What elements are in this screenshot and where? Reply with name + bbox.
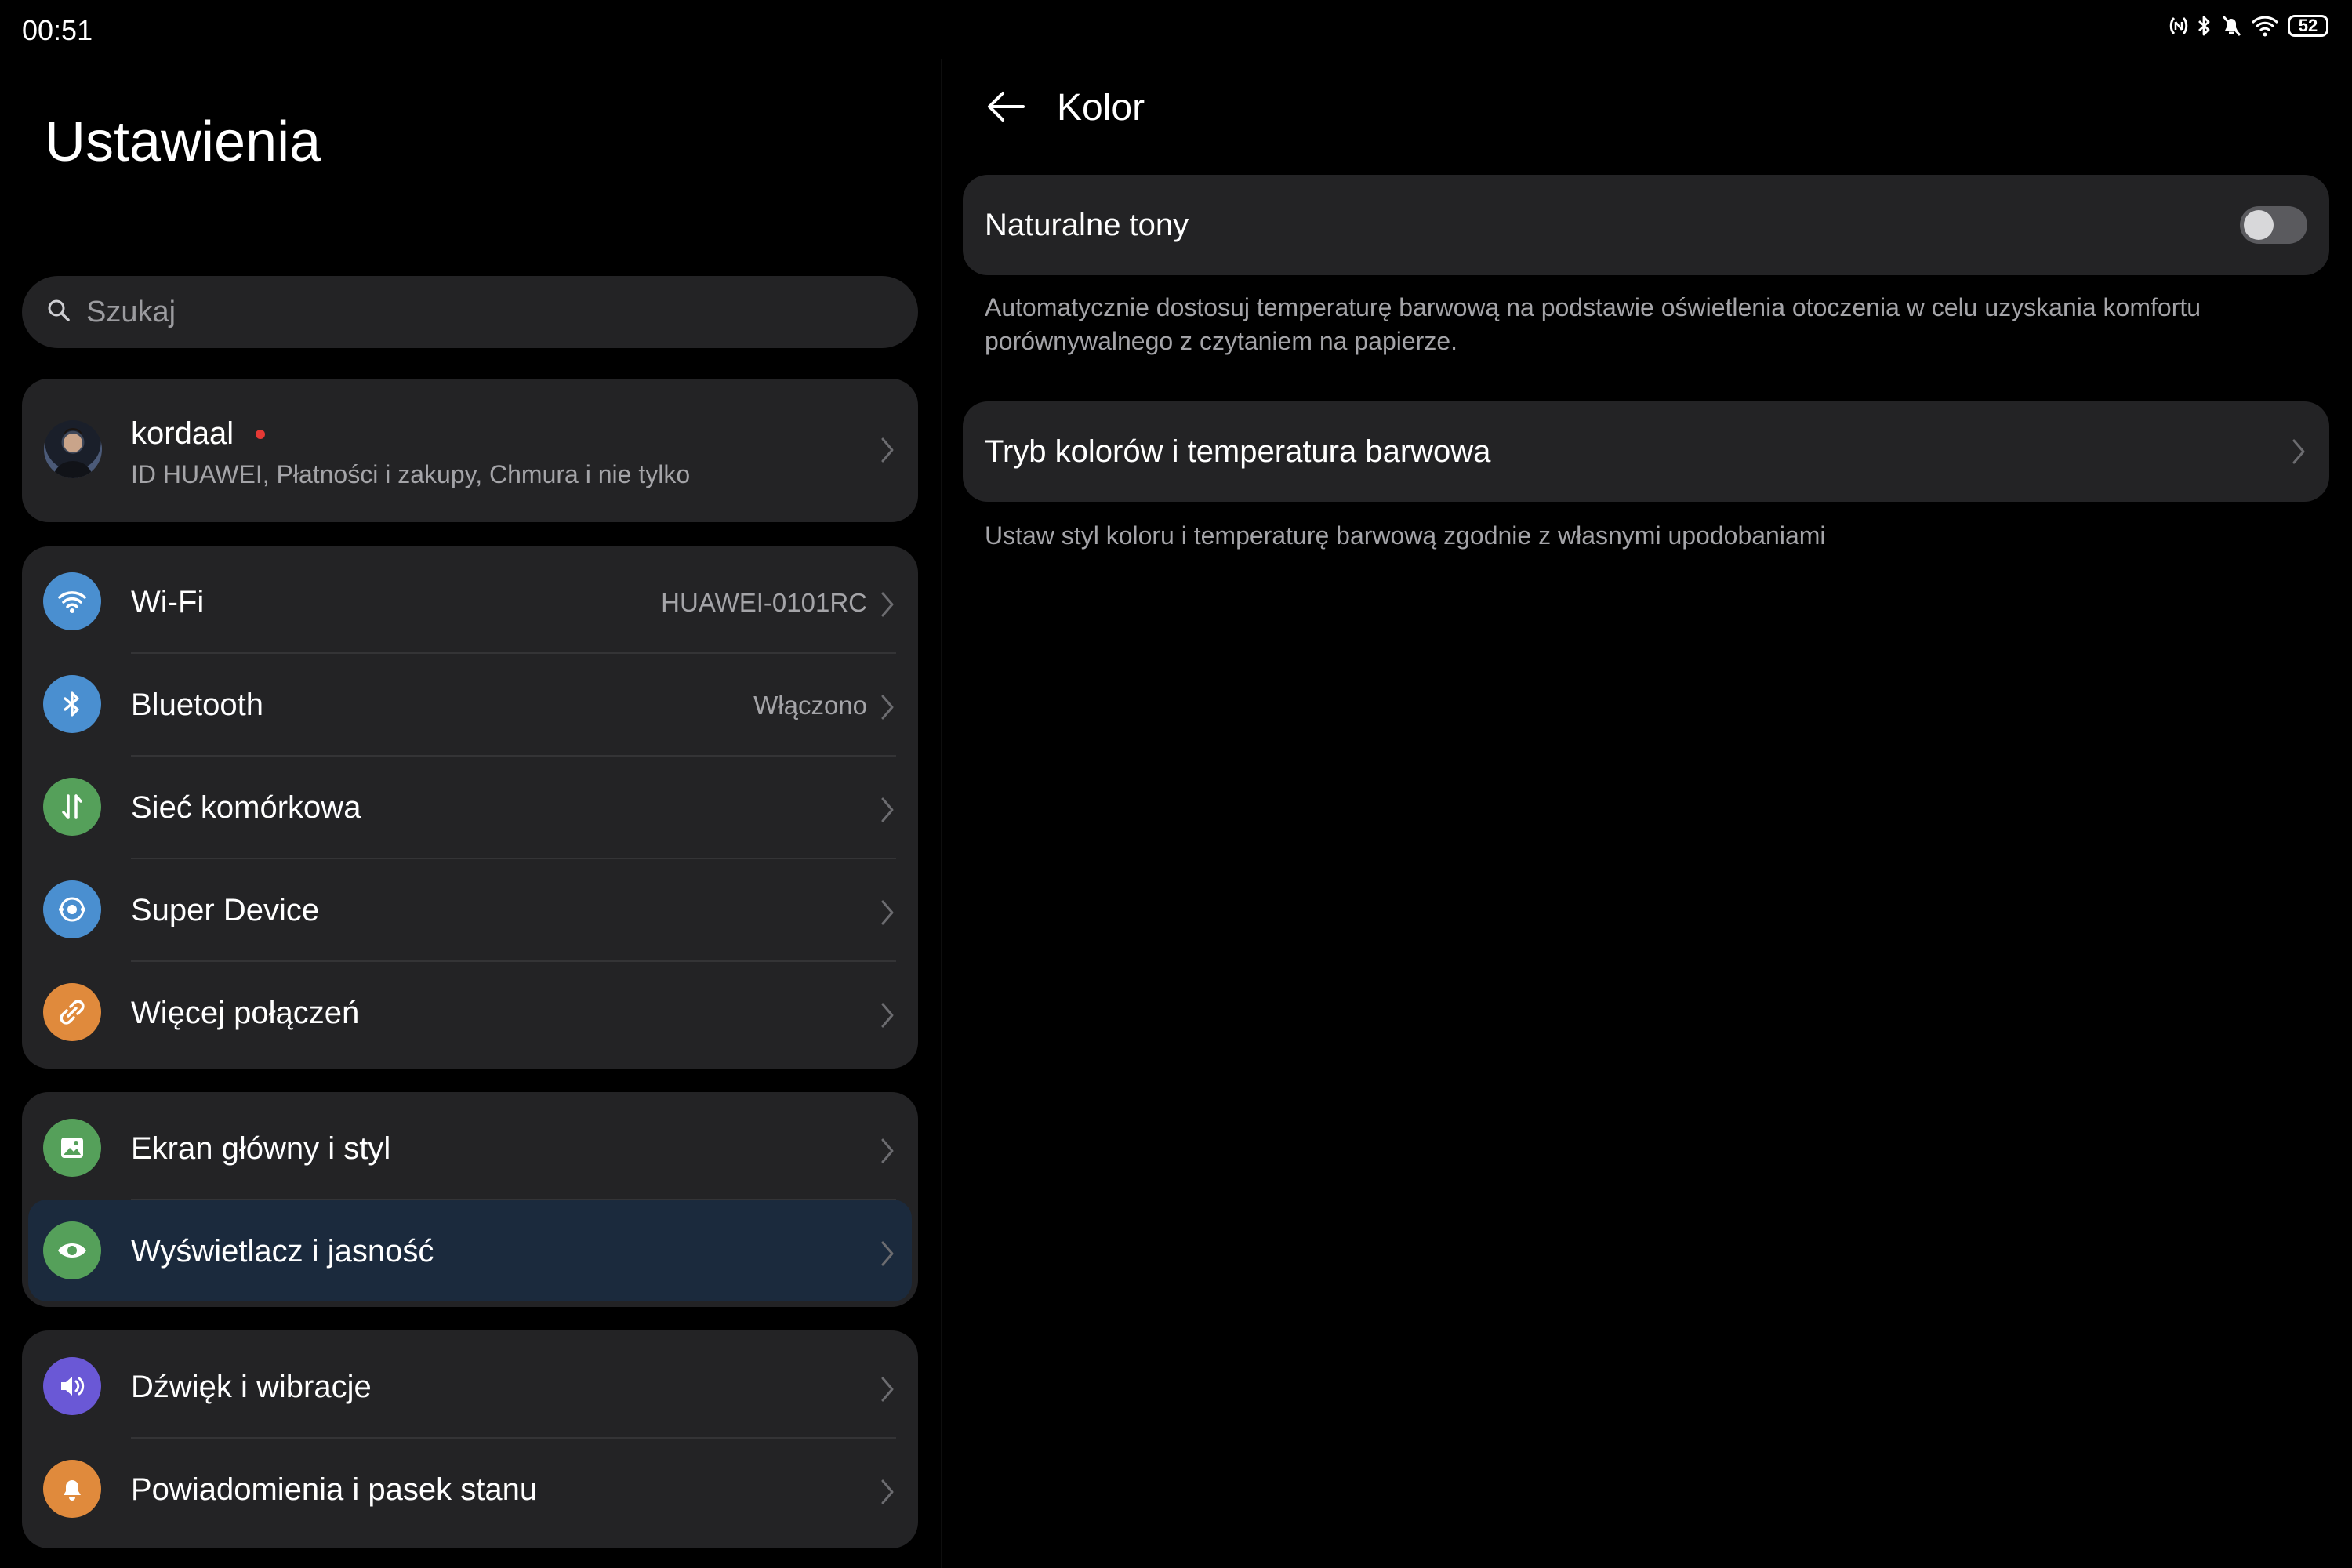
clock: 00:51 [22,14,93,46]
sidebar-item-home-screen[interactable]: Ekran główny i styl [22,1097,918,1199]
pane-divider [941,59,942,1568]
sidebar-item-label: Wyświetlacz i jasność [131,1234,434,1269]
color-mode-description: Ustaw styl koloru i temperaturę barwową … [985,521,1826,550]
eye-icon [43,1221,101,1279]
chevron-right-icon [879,1477,896,1511]
account-card[interactable]: kordaal ID HUAWEI, Płatności i zakupy, C… [22,379,918,522]
sidebar-item-bluetooth[interactable]: Bluetooth Włączono [22,653,918,755]
sidebar-item-mobile-network[interactable]: Sieć komórkowa [22,756,918,858]
detail-title: Kolor [1057,87,1145,129]
back-arrow-icon[interactable] [984,85,1028,132]
natural-tones-description: Automatycznie dostosuj temperaturę barwo… [985,293,2201,355]
sidebar-item-more-connections[interactable]: Więcej połączeń [22,961,918,1063]
search-input[interactable] [85,294,793,330]
sidebar-item-label: Ekran główny i styl [131,1131,391,1166]
toggle-knob [2244,210,2274,240]
notification-dot [256,429,266,439]
sidebar-item-label: Powiadomienia i pasek stanu [131,1472,538,1507]
color-mode-row[interactable]: Tryb kolorów i temperatura barwowa [963,401,2329,502]
sidebar-item-label: Więcej połączeń [131,996,360,1030]
wifi-network-name: HUAWEI-0101RC [661,588,867,617]
image-icon [43,1119,101,1177]
bluetooth-status-icon [2197,14,2212,38]
chevron-right-icon [879,1000,896,1034]
bluetooth-status: Włączono [753,691,867,720]
search-bar[interactable] [22,276,918,348]
avatar [44,420,102,478]
sidebar-item-super-device[interactable]: Super Device [22,858,918,960]
chevron-right-icon [879,1374,896,1408]
page-title: Ustawienia [45,111,321,173]
account-name: kordaal [131,416,266,452]
sidebar-item-wifi[interactable]: Wi-Fi HUAWEI-0101RC [22,550,918,652]
sidebar-item-display-brightness[interactable]: Wyświetlacz i jasność [28,1200,912,1301]
battery-icon: 52 [2288,15,2328,37]
search-icon [45,297,72,328]
chevron-right-icon [879,898,896,931]
color-mode-label: Tryb kolorów i temperatura barwowa [985,434,1491,469]
chevron-right-icon [879,795,896,829]
sidebar-item-label: Wi-Fi [131,585,205,619]
display-group: Ekran główny i styl Wyświetlacz i jasnoś… [22,1092,918,1307]
chevron-right-icon [879,692,896,726]
chevron-right-icon [879,1239,896,1272]
natural-tones-label: Naturalne tony [985,208,1189,242]
status-icons: 52 [2169,14,2328,38]
link-icon [43,983,101,1041]
natural-tones-row[interactable]: Naturalne tony [963,175,2329,275]
sidebar-item-label: Dźwięk i wibracje [131,1370,372,1404]
connectivity-group: Wi-Fi HUAWEI-0101RC Bluetooth Włączono S… [22,546,918,1069]
chevron-right-icon [879,1136,896,1170]
wifi-icon [43,572,101,630]
sidebar-item-sound[interactable]: Dźwięk i wibracje [22,1335,918,1437]
sidebar-item-notifications[interactable]: Powiadomienia i pasek stanu [22,1438,918,1540]
speaker-icon [43,1357,101,1415]
account-subtitle: ID HUAWEI, Płatności i zakupy, Chmura i … [131,460,691,488]
mobile-network-icon [43,778,101,836]
chevron-right-icon [879,590,896,623]
chevron-right-icon [879,435,896,469]
bluetooth-icon [43,675,101,733]
sidebar-item-label: Bluetooth [131,688,264,722]
wifi-status-icon [2250,14,2280,38]
nfc-icon [2169,14,2189,38]
bell-muted-icon [2220,14,2242,38]
chevron-right-icon [2290,437,2307,470]
super-device-icon [43,880,101,938]
bell-icon [43,1460,101,1518]
sidebar-item-label: Super Device [131,893,320,927]
natural-tones-toggle[interactable] [2240,206,2307,244]
sidebar-item-label: Sieć komórkowa [131,790,361,825]
sound-notifications-group: Dźwięk i wibracje Powiadomienia i pasek … [22,1330,918,1548]
status-bar: 00:51 52 [0,0,2352,59]
